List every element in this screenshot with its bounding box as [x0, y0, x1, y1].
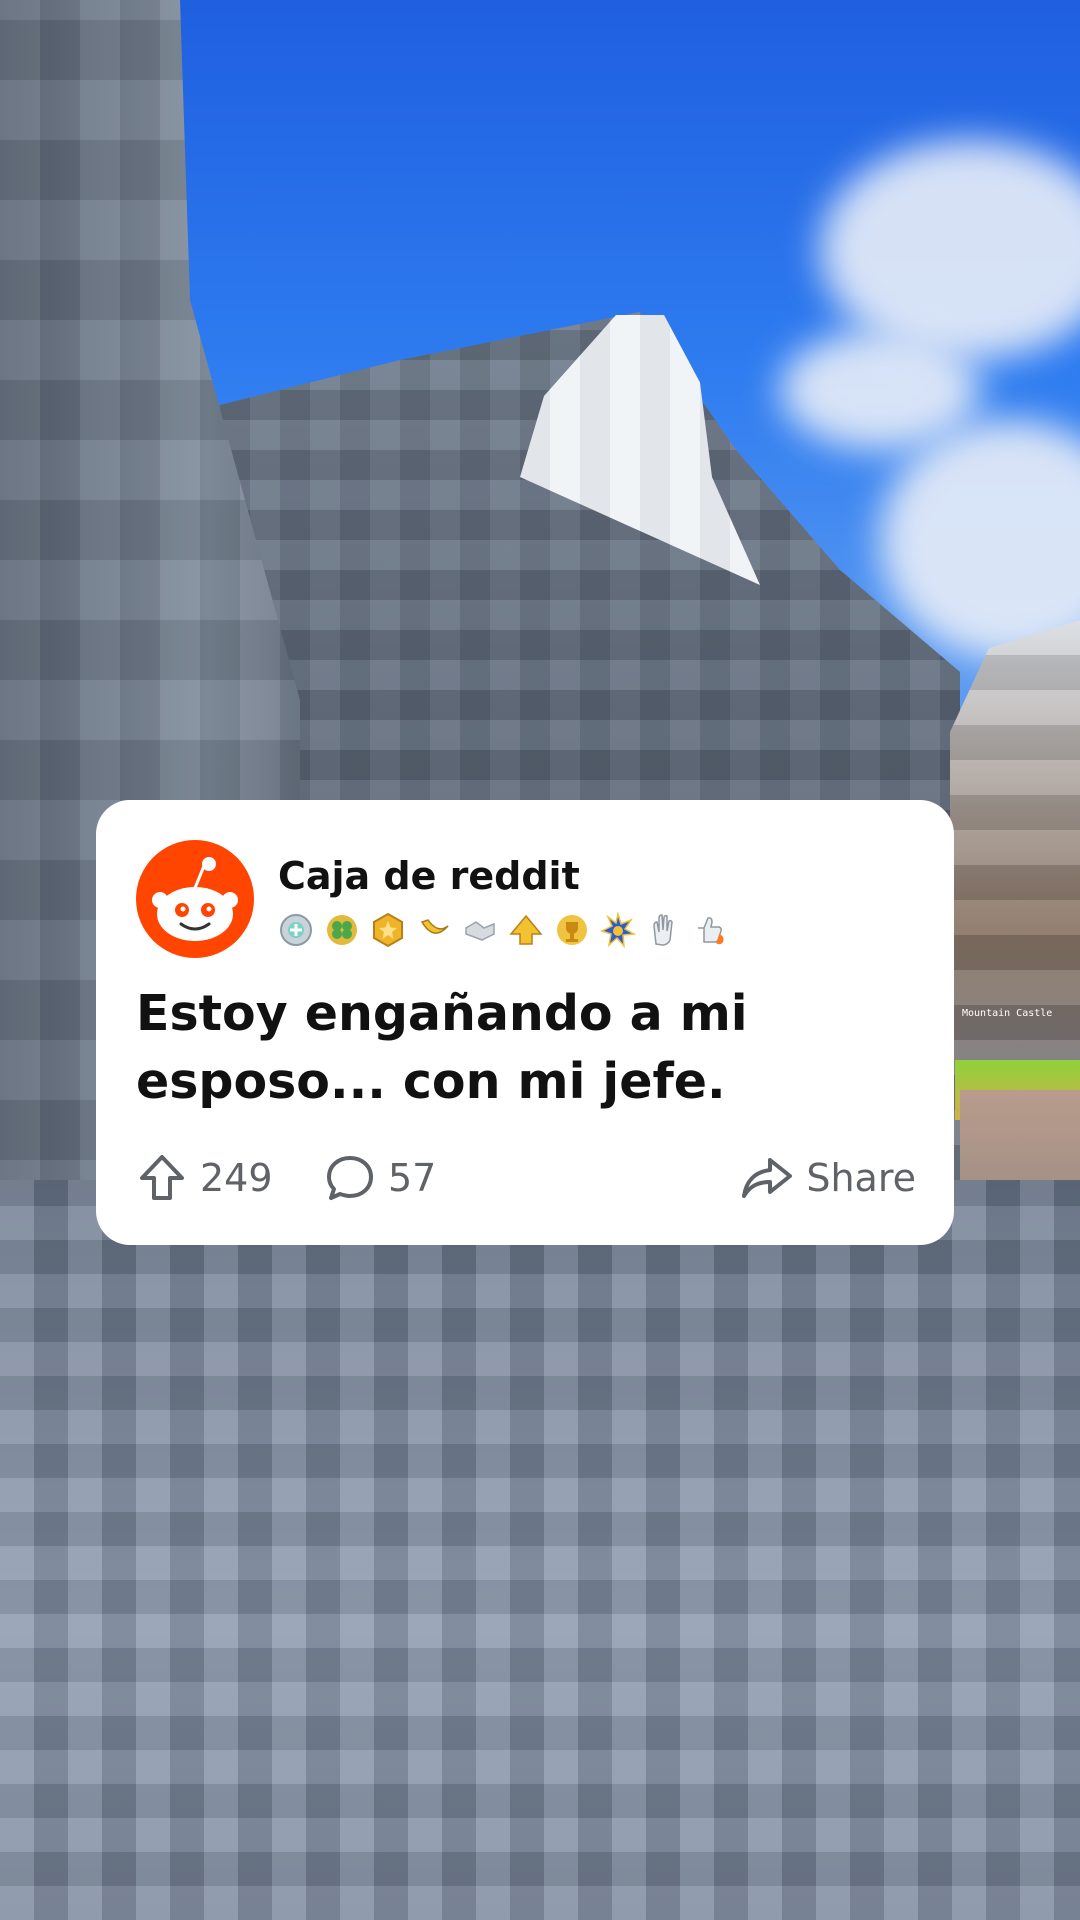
- share-button[interactable]: Share: [740, 1150, 916, 1206]
- video-frame: Mountain Castle Caja de reddit Estoy eng…: [0, 0, 1080, 1920]
- gold-star-award-icon: [370, 912, 406, 948]
- post-author[interactable]: Caja de reddit: [278, 854, 580, 898]
- upvote-arrow-icon: [136, 1152, 188, 1204]
- gravel-ground: [0, 1180, 1080, 1920]
- comment-count: 57: [388, 1156, 437, 1200]
- clap-award-icon: [646, 912, 682, 948]
- clover-award-icon: [324, 912, 360, 948]
- cloud: [780, 330, 980, 450]
- comment-bubble-icon: [324, 1152, 376, 1204]
- trophy-award-icon: [554, 912, 590, 948]
- handshake-award-icon: [462, 912, 498, 948]
- hud-location-label: Mountain Castle: [962, 1008, 1053, 1019]
- share-arrow-icon: [740, 1152, 794, 1204]
- share-label: Share: [806, 1156, 916, 1200]
- post-actions: 249 57 Share: [136, 1150, 916, 1206]
- starburst-award-icon: [600, 912, 636, 948]
- reddit-post-card[interactable]: Caja de reddit Estoy engañando a mi espo…: [96, 800, 954, 1245]
- upvote-count: 249: [200, 1156, 273, 1200]
- silver-award-icon: [278, 912, 314, 948]
- reddit-snoo-avatar: [136, 840, 254, 958]
- upvote-button[interactable]: 249: [136, 1150, 273, 1206]
- awards-row: [278, 912, 728, 952]
- banana-award-icon: [416, 912, 452, 948]
- thumbs-up-fire-award-icon: [692, 912, 728, 948]
- up-arrow-award-icon: [508, 912, 544, 948]
- cloud: [880, 420, 1080, 660]
- comments-button[interactable]: 57: [324, 1150, 436, 1206]
- cloud: [820, 140, 1080, 360]
- post-title[interactable]: Estoy engañando a mi esposo... con mi je…: [136, 980, 916, 1116]
